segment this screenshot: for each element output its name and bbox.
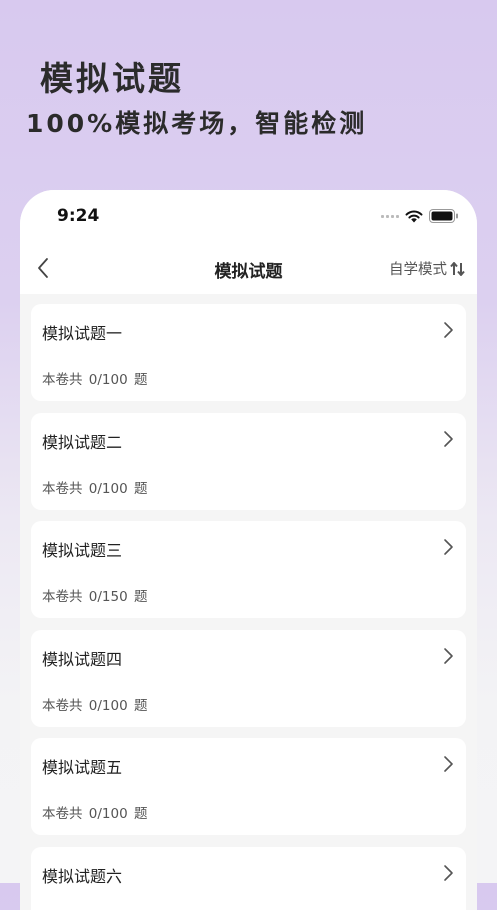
status-icons xyxy=(381,209,459,223)
nav-bar: 模拟试题 自学模式 xyxy=(20,242,477,294)
chevron-right-icon xyxy=(441,430,455,448)
exam-card[interactable]: 模拟试题三 本卷共 0/150 题 xyxy=(31,521,466,618)
exam-title: 模拟试题一 xyxy=(42,320,122,344)
chevron-right-icon xyxy=(441,321,455,339)
exam-title: 模拟试题四 xyxy=(42,646,122,670)
exam-question-count: 本卷共 0/100 题 xyxy=(42,477,148,497)
exam-question-count: 本卷共 0/100 题 xyxy=(42,694,148,714)
exam-card[interactable]: 模拟试题二 本卷共 0/100 题 xyxy=(31,413,466,510)
study-mode-toggle[interactable]: 自学模式 xyxy=(389,258,465,279)
exam-card[interactable]: 模拟试题五 本卷共 0/100 题 xyxy=(31,738,466,835)
status-bar: 9:24 xyxy=(20,190,477,242)
wifi-icon xyxy=(405,210,423,223)
exam-list: 模拟试题一 本卷共 0/100 题 模拟试题二 本卷共 0/100 题 模拟试题… xyxy=(31,304,466,910)
exam-card[interactable]: 模拟试题一 本卷共 0/100 题 xyxy=(31,304,466,401)
exam-title: 模拟试题五 xyxy=(42,754,122,778)
chevron-right-icon xyxy=(441,864,455,882)
signal-icon xyxy=(381,215,399,218)
phone-screen: 9:24 模拟试题 自学模式 xyxy=(20,190,477,910)
chevron-right-icon xyxy=(441,755,455,773)
status-time: 9:24 xyxy=(57,206,99,226)
exam-question-count: 本卷共 0/150 题 xyxy=(42,585,148,605)
exam-question-count: 本卷共 0/100 题 xyxy=(42,368,148,388)
chevron-right-icon xyxy=(441,538,455,556)
promo-subtitle: 100%模拟考场，智能检测 xyxy=(26,104,367,140)
exam-card[interactable]: 模拟试题四 本卷共 0/100 题 xyxy=(31,630,466,727)
chevron-right-icon xyxy=(441,647,455,665)
battery-icon xyxy=(429,209,459,223)
exam-card[interactable]: 模拟试题六 xyxy=(31,847,466,910)
exam-title: 模拟试题二 xyxy=(42,429,122,453)
promo-title: 模拟试题 xyxy=(40,52,184,100)
sort-arrows-icon xyxy=(450,262,465,276)
exam-question-count: 本卷共 0/100 题 xyxy=(42,802,148,822)
exam-title: 模拟试题三 xyxy=(42,537,122,561)
study-mode-label: 自学模式 xyxy=(389,258,447,279)
